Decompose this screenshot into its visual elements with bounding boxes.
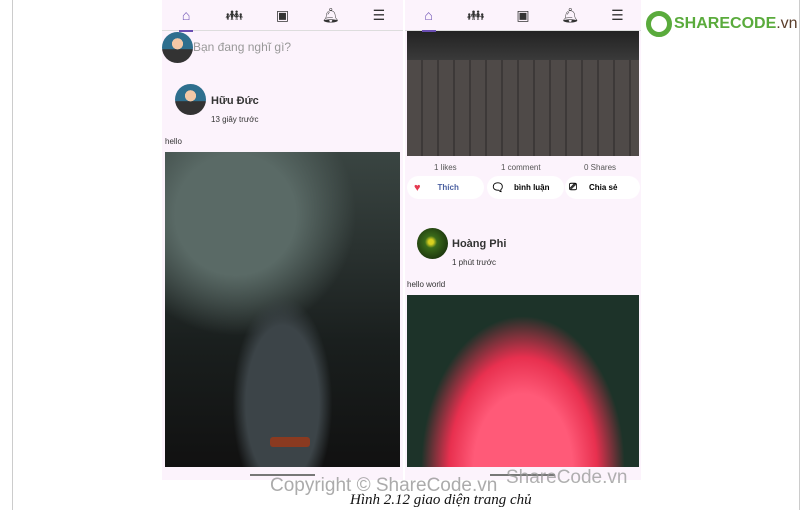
comments-count[interactable]: 1 comment — [501, 163, 541, 172]
post-image-top[interactable] — [407, 30, 639, 156]
post-text: hello world — [407, 280, 446, 289]
family-icon[interactable]: 👪︎ — [461, 7, 491, 24]
share-button[interactable]: ⎚ Chia sẻ — [565, 176, 640, 199]
figure-caption: Hình 2.12 giao diện trang chủ — [350, 492, 532, 508]
logo-icon — [646, 11, 672, 37]
page-border-left — [12, 0, 13, 510]
video-icon[interactable]: ▣ — [267, 7, 297, 24]
avatar[interactable] — [162, 32, 193, 63]
like-label: Thích — [437, 183, 459, 192]
post-image[interactable] — [407, 295, 639, 467]
post-author[interactable]: Hữu Đức — [211, 95, 259, 107]
watermark-2: ShareCode.vn — [506, 467, 628, 488]
home-icon[interactable]: ⌂ — [171, 7, 201, 32]
logo-brand: SHARECODE — [674, 15, 777, 32]
post-author[interactable]: Hoàng Phi — [452, 238, 506, 250]
composer-input[interactable]: Bạn đang nghĩ gì? — [193, 40, 291, 54]
post-text: hello — [165, 137, 182, 146]
comment-icon: 🗨︎ — [491, 182, 505, 194]
heart-icon: ♥ — [414, 181, 421, 194]
left-phone-screen: ⌂ 👪︎ ▣ 🔔︎ ☰ Bạn đang nghĩ gì? Hữu Đức 13… — [162, 0, 403, 480]
comment-button[interactable]: 🗨︎ bình luận — [487, 176, 564, 199]
post-time: 1 phút trước — [452, 258, 496, 267]
family-icon[interactable]: 👪︎ — [219, 7, 249, 24]
comment-label: bình luận — [513, 183, 550, 192]
post-time: 13 giây trước — [211, 115, 259, 124]
share-icon: ⎚ — [569, 182, 577, 193]
post-author-avatar[interactable] — [175, 84, 206, 115]
page-border-right — [799, 0, 800, 510]
post-author-avatar[interactable] — [417, 228, 448, 259]
right-phone-screen: ⌂ 👪︎ ▣ 🔔︎ ☰ 1 likes 1 comment 0 Shares ♥… — [405, 0, 641, 480]
bell-icon[interactable]: 🔔︎ — [316, 7, 346, 24]
share-label: Chia sẻ — [589, 183, 618, 192]
bell-icon[interactable]: 🔔︎ — [555, 7, 585, 24]
likes-count[interactable]: 1 likes — [434, 163, 457, 172]
home-icon[interactable]: ⌂ — [414, 7, 444, 32]
car-taillight — [270, 437, 310, 447]
top-nav: ⌂ 👪︎ ▣ 🔔︎ ☰ — [405, 0, 641, 32]
menu-icon[interactable]: ☰ — [602, 7, 632, 24]
post-image[interactable] — [165, 152, 400, 467]
shares-count[interactable]: 0 Shares — [584, 163, 616, 172]
sharecode-logo: SHARECODE .vn — [646, 11, 798, 37]
logo-tld: .vn — [776, 15, 798, 32]
video-icon[interactable]: ▣ — [508, 7, 538, 24]
top-nav: ⌂ 👪︎ ▣ 🔔︎ ☰ — [162, 0, 403, 32]
menu-icon[interactable]: ☰ — [364, 7, 394, 24]
like-button[interactable]: ♥ Thích — [407, 176, 484, 199]
